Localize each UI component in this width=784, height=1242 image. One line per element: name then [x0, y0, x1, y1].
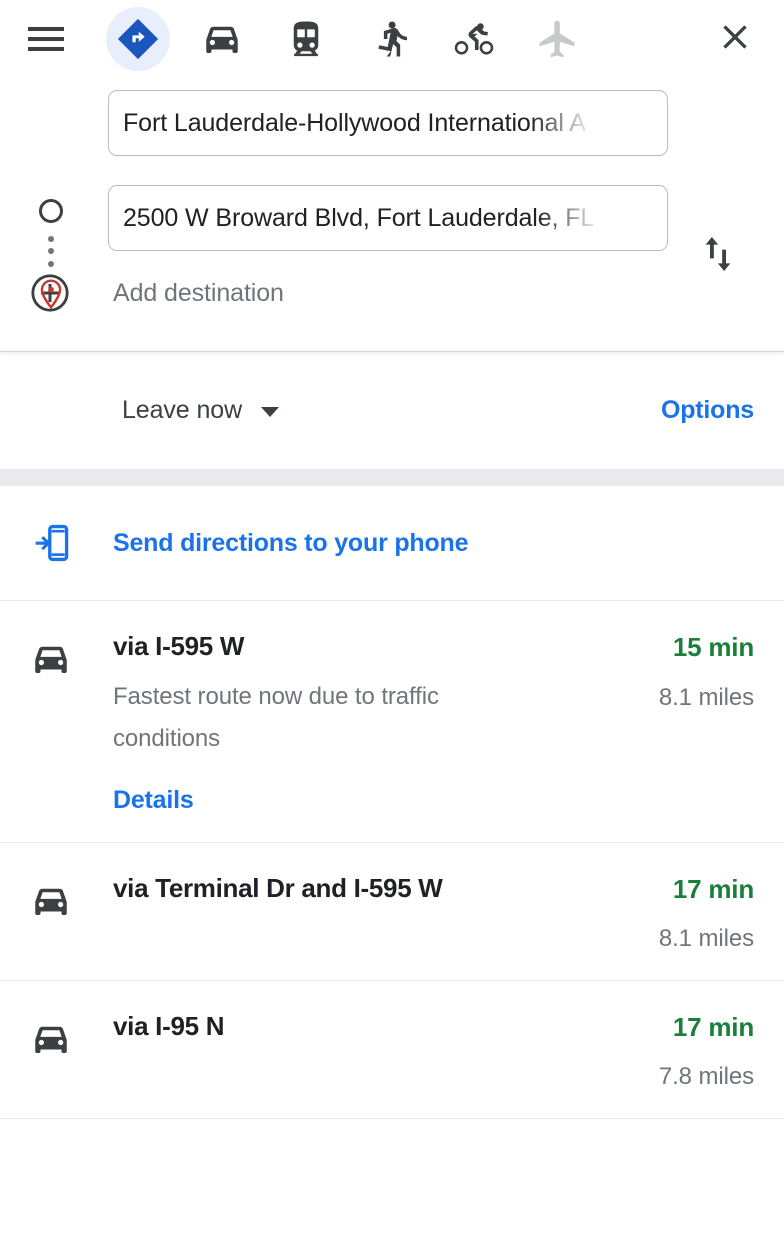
- best-travel-mode-icon: [106, 7, 170, 71]
- car-icon: [190, 7, 254, 71]
- send-directions-label: Send directions to your phone: [113, 528, 469, 557]
- close-button[interactable]: [704, 8, 766, 70]
- route-details-link[interactable]: Details: [113, 786, 194, 815]
- car-icon: [30, 1018, 72, 1060]
- route-title: via Terminal Dr and I-595 W: [113, 873, 443, 903]
- route-distance: 8.1 miles: [658, 684, 754, 711]
- travel-mode-driving[interactable]: [180, 7, 264, 71]
- travel-mode-best[interactable]: [96, 7, 180, 71]
- chevron-down-icon: [261, 407, 280, 417]
- destination-input-value: 2500 W Broward Blvd, Fort Lauderdale, FL: [123, 203, 595, 232]
- flight-icon: [526, 7, 590, 71]
- destination-input[interactable]: 2500 W Broward Blvd, Fort Lauderdale, FL: [108, 185, 668, 251]
- route-details: via Terminal Dr and I-595 W: [113, 870, 604, 953]
- route-metrics: 17 min 7.8 miles: [604, 1008, 754, 1091]
- section-spacer: [0, 469, 784, 486]
- travel-mode-transit[interactable]: [264, 7, 348, 71]
- leave-now-label: Leave now: [122, 396, 243, 424]
- travel-mode-bar: [0, 0, 784, 78]
- car-icon: [30, 638, 72, 680]
- directions-panel: Fort Lauderdale-Hollywood International …: [0, 0, 784, 1242]
- route-metrics: 15 min 8.1 miles: [604, 628, 754, 815]
- route-markers: [37, 199, 65, 311]
- route-title: via I-595 W: [113, 631, 245, 661]
- car-icon: [30, 880, 72, 922]
- origin-input[interactable]: Fort Lauderdale-Hollywood International …: [108, 90, 668, 156]
- send-directions-button[interactable]: Send directions to your phone: [0, 486, 784, 601]
- section-divider: [0, 351, 784, 352]
- add-destination-button[interactable]: Add destination: [0, 251, 784, 335]
- options-button[interactable]: Options: [661, 396, 754, 425]
- send-to-phone-icon: [30, 522, 72, 564]
- travel-mode-walking[interactable]: [348, 7, 432, 71]
- swap-arrows-icon: [698, 232, 738, 281]
- endpoint-fields: Fort Lauderdale-Hollywood International …: [0, 78, 784, 251]
- travel-mode-list: [96, 7, 704, 71]
- bike-icon: [442, 7, 506, 71]
- destination-pin-icon: [38, 279, 64, 311]
- transit-icon: [274, 7, 338, 71]
- add-destination-label: Add destination: [113, 278, 284, 307]
- hamburger-menu-icon: [28, 27, 64, 51]
- close-icon: [715, 17, 755, 62]
- origin-circle-icon: [39, 199, 63, 223]
- endpoints-section: Fort Lauderdale-Hollywood International …: [0, 78, 784, 352]
- route-duration: 15 min: [672, 632, 754, 662]
- route-dots-icon: [48, 223, 54, 279]
- route-title: via I-95 N: [113, 1011, 225, 1041]
- travel-mode-flights[interactable]: [516, 7, 600, 71]
- route-option-row[interactable]: via I-95 N 17 min 7.8 miles: [0, 981, 784, 1119]
- swap-endpoints-button[interactable]: [690, 228, 746, 284]
- route-option-row[interactable]: via I-595 W Fastest route now due to tra…: [0, 601, 784, 843]
- menu-button[interactable]: [18, 11, 74, 67]
- origin-input-value: Fort Lauderdale-Hollywood International …: [123, 108, 586, 137]
- route-description: Fastest route now due to traffic conditi…: [113, 683, 439, 752]
- route-duration: 17 min: [672, 1012, 754, 1042]
- route-metrics: 17 min 8.1 miles: [604, 870, 754, 953]
- route-duration: 17 min: [672, 874, 754, 904]
- walk-icon: [358, 7, 422, 71]
- route-distance: 8.1 miles: [658, 925, 754, 952]
- route-details: via I-595 W Fastest route now due to tra…: [113, 628, 604, 815]
- schedule-row: Leave now Options: [0, 352, 784, 469]
- route-option-row[interactable]: via Terminal Dr and I-595 W 17 min 8.1 m…: [0, 843, 784, 981]
- route-distance: 7.8 miles: [658, 1063, 754, 1090]
- travel-mode-cycling[interactable]: [432, 7, 516, 71]
- route-details: via I-95 N: [113, 1008, 604, 1091]
- leave-now-dropdown[interactable]: Leave now: [122, 396, 280, 425]
